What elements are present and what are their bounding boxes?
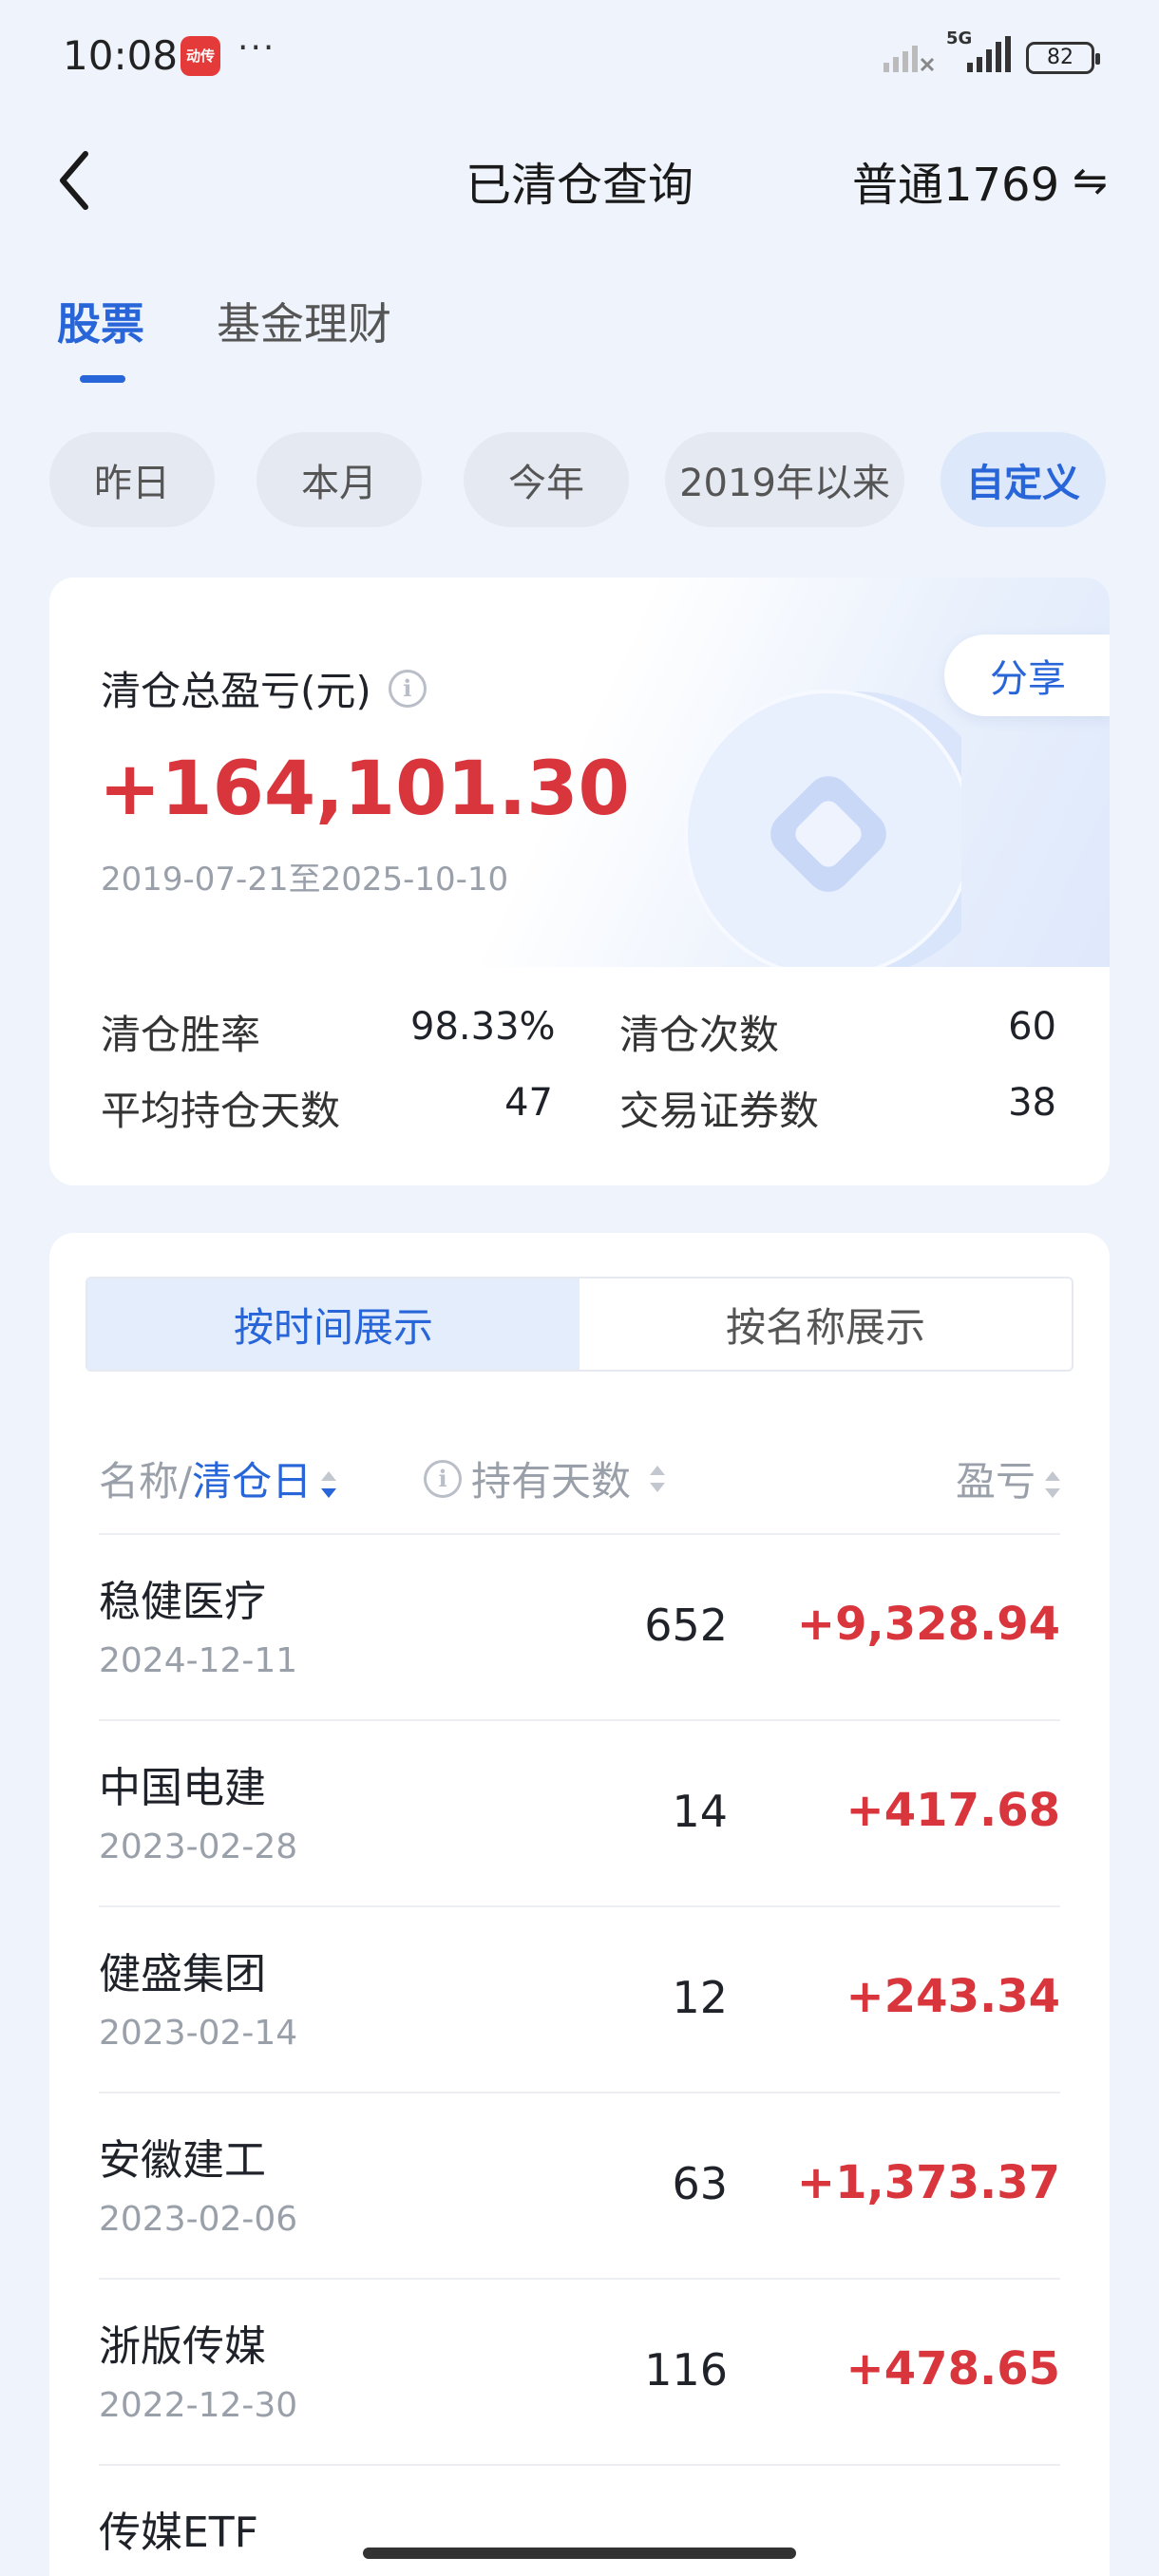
tab-funds[interactable]: 基金理财: [217, 290, 391, 352]
hold-days: 63: [672, 2158, 728, 2209]
clear-date: 2023-02-14: [99, 2014, 298, 2053]
win-rate-value: 98.33%: [410, 1005, 556, 1049]
battery-icon: 82: [1026, 42, 1100, 74]
account-label: 普通1769: [851, 159, 1060, 212]
profit-loss: +1,373.37: [796, 2156, 1060, 2209]
status-time: 10:08: [63, 32, 179, 79]
stock-name: 安徽建工: [99, 2136, 266, 2185]
clear-date: 2022-12-30: [99, 2386, 298, 2425]
sort-icon: [321, 1470, 337, 1498]
status-bar: 10:08 动传 ··· 5G 82: [0, 0, 1159, 114]
sort-by-pl-header[interactable]: 盈亏: [956, 1449, 1060, 1507]
more-notifications-icon: ···: [238, 28, 276, 67]
profit-loss: +478.65: [846, 2342, 1060, 2396]
table-row[interactable]: 浙版传媒 2022-12-30 116 +478.65: [49, 2280, 1110, 2466]
stock-name: 健盛集团: [99, 1950, 266, 1998]
decorative-coin-icon: [684, 690, 961, 967]
hold-days: 652: [644, 1600, 728, 1651]
clear-count-label: 清仓次数: [619, 1012, 780, 1058]
main-tabs: 股票 基金理财: [57, 290, 391, 383]
chip-this-year[interactable]: 今年: [464, 432, 629, 527]
clear-date: 2024-12-11: [99, 1641, 298, 1680]
win-rate-label: 清仓胜率: [101, 1012, 261, 1058]
tab-stocks[interactable]: 股票: [57, 290, 144, 383]
cleared-list-card: 按时间展示 按名称展示 名称/清仓日 i 持有天数 盈亏 稳健医疗 2024-1…: [49, 1233, 1110, 2576]
signal-icon: [884, 46, 935, 72]
sort-by-date-header[interactable]: 名称/清仓日: [99, 1449, 337, 1507]
hold-days: 14: [672, 1786, 728, 1837]
view-toggle: 按时间展示 按名称展示: [86, 1277, 1074, 1372]
profit-loss: +417.68: [846, 1784, 1060, 1837]
table-row[interactable]: 中国电建 2023-02-28 14 +417.68: [49, 1721, 1110, 1907]
account-switcher[interactable]: 普通1769 ⇋: [852, 147, 1108, 214]
chip-custom[interactable]: 自定义: [940, 432, 1106, 527]
info-icon[interactable]: i: [388, 669, 427, 708]
stock-name: 稳健医疗: [99, 1578, 266, 1626]
period-filter: 昨日 本月 今年 2019年以来 自定义: [49, 432, 1106, 527]
stock-name: 浙版传媒: [99, 2322, 266, 2371]
stock-name: 中国电建: [99, 1764, 266, 1812]
avg-hold-days-label: 平均持仓天数: [101, 1088, 341, 1134]
avg-hold-days-value: 47: [504, 1081, 553, 1125]
clear-date: 2023-02-28: [99, 1828, 298, 1866]
securities-count-label: 交易证券数: [619, 1088, 820, 1134]
table-row[interactable]: 稳健医疗 2024-12-11 652 +9,328.94: [49, 1535, 1110, 1721]
hold-days: 116: [644, 2344, 728, 2396]
total-pl-label: 清仓总盈亏(元) i: [101, 659, 427, 717]
signal-strength-icon: [967, 36, 1011, 72]
home-indicator[interactable]: [363, 2548, 796, 2559]
toggle-by-time[interactable]: 按时间展示: [87, 1279, 580, 1370]
table-row[interactable]: 健盛集团 2023-02-14 12 +243.34: [49, 1907, 1110, 2093]
share-button[interactable]: 分享: [944, 635, 1110, 716]
toggle-by-name[interactable]: 按名称展示: [580, 1279, 1072, 1370]
sort-icon: [650, 1465, 666, 1492]
profit-loss: +9,328.94: [796, 1598, 1060, 1651]
stock-name: 传媒ETF: [99, 2509, 258, 2557]
chip-since-2019[interactable]: 2019年以来: [665, 432, 904, 527]
info-icon[interactable]: i: [424, 1459, 462, 1498]
summary-card: 分享 清仓总盈亏(元) i +164,101.30 2019-07-21至202…: [49, 578, 1110, 1185]
total-pl-value: +164,101.30: [99, 747, 630, 832]
securities-count-value: 38: [1008, 1081, 1056, 1125]
sort-icon: [1045, 1470, 1060, 1498]
table-row[interactable]: 传媒ETF: [49, 2466, 1110, 2576]
clear-count-value: 60: [1008, 1005, 1056, 1049]
chip-this-month[interactable]: 本月: [256, 432, 422, 527]
date-range: 2019-07-21至2025-10-10: [101, 861, 509, 899]
app-notification-icon: 动传: [180, 36, 220, 76]
table-row[interactable]: 安徽建工 2023-02-06 63 +1,373.37: [49, 2093, 1110, 2280]
swap-icon: ⇋: [1073, 156, 1108, 205]
hold-days: 12: [672, 1972, 728, 2023]
sort-by-days-header[interactable]: i 持有天数: [424, 1449, 666, 1507]
chip-yesterday[interactable]: 昨日: [49, 432, 215, 527]
profit-loss: +243.34: [846, 1970, 1060, 2023]
clear-date: 2023-02-06: [99, 2200, 298, 2239]
table-header: 名称/清仓日 i 持有天数 盈亏: [49, 1429, 1110, 1524]
